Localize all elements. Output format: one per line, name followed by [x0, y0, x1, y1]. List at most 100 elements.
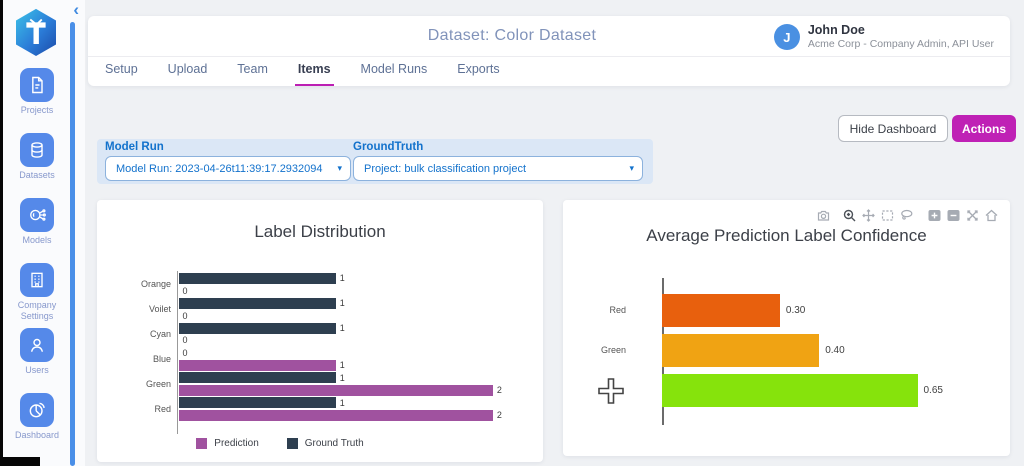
autoscale-icon[interactable]	[966, 209, 979, 222]
chart-legend[interactable]: Prediction Ground Truth	[57, 438, 503, 449]
user-name: John Doe	[808, 23, 994, 38]
model-icon	[20, 198, 54, 232]
header-card: Dataset: Color Dataset J John Doe Acme C…	[88, 16, 1010, 86]
confidence-bar	[662, 374, 918, 407]
avg-prediction-confidence-chart: Average Prediction Label Confidence Red0…	[563, 200, 1010, 456]
y-tick-label: Red	[97, 404, 177, 414]
user-role: Acme Corp - Company Admin, API User	[808, 38, 994, 51]
zoom-out-icon[interactable]	[947, 209, 960, 222]
bar-value-label: 0.65	[924, 385, 943, 396]
zoom-icon[interactable]	[843, 209, 856, 222]
chart2-row: 0.65	[563, 370, 1010, 410]
sidebar-item-datasets[interactable]: Datasets	[3, 133, 71, 198]
ground-truth-select[interactable]: Project: bulk classification project ▾	[353, 156, 643, 181]
tab-model-runs[interactable]: Model Runs	[358, 62, 431, 86]
sidebar-item-users[interactable]: Users	[3, 328, 71, 393]
tab-upload[interactable]: Upload	[165, 62, 211, 86]
y-tick-label: Green	[563, 345, 662, 355]
bar-value-label: 2	[497, 385, 502, 395]
legend-label: Prediction	[214, 438, 258, 449]
sidebar-item-company-settings[interactable]: Company Settings	[3, 263, 71, 328]
chevron-down-icon: ▾	[337, 163, 342, 174]
lasso-icon[interactable]	[900, 209, 913, 222]
bar-ground-truth	[179, 323, 336, 334]
bar-ground-truth	[179, 397, 336, 408]
bar-ground-truth	[179, 298, 336, 309]
chart1-category-group: Green 1 2	[97, 372, 543, 397]
tab-items[interactable]: Items	[295, 62, 334, 86]
chart1-category-group: Cyan 1 0	[97, 322, 543, 347]
crosshair-cursor	[596, 376, 626, 411]
legend-label: Ground Truth	[305, 438, 364, 449]
sidebar-item-label: Company Settings	[5, 300, 69, 322]
chevron-left-icon[interactable]: ‹	[73, 1, 79, 19]
legend-entry-ground-truth[interactable]: Ground Truth	[287, 438, 364, 449]
tab-exports[interactable]: Exports	[454, 62, 502, 86]
chart1-category-group: Orange10	[97, 272, 543, 297]
screen-edge	[0, 0, 3, 466]
avatar: J	[774, 24, 800, 50]
chart-plot-area: Orange10Voilet10Cyan10Blue01Green12Red12	[97, 272, 543, 421]
bar-value-label: 1	[340, 398, 345, 408]
sidebar-item-projects[interactable]: Projects	[3, 68, 71, 133]
header-divider	[88, 56, 1010, 57]
sidebar-item-label: Projects	[21, 105, 54, 116]
chart1-category-group: Red 1 2	[97, 396, 543, 421]
confidence-bar	[662, 334, 819, 367]
app-logo[interactable]	[11, 6, 61, 63]
model-run-value: Model Run: 2023-04-26t11:39:17.2932094	[116, 163, 337, 175]
bar-value-label: 0.40	[825, 345, 844, 356]
model-run-select[interactable]: Model Run: 2023-04-26t11:39:17.2932094 ▾	[105, 156, 351, 181]
model-run-label: Model Run	[105, 141, 351, 156]
chevron-down-icon: ▾	[629, 163, 634, 174]
bar-value-label: 0	[183, 335, 188, 345]
pie-chart-icon	[20, 393, 54, 427]
bar-ground-truth	[179, 372, 336, 383]
legend-entry-prediction[interactable]: Prediction	[196, 438, 258, 449]
box-select-icon[interactable]	[881, 209, 894, 222]
y-tick-label: Orange	[97, 279, 177, 289]
zoom-in-icon[interactable]	[928, 209, 941, 222]
document-icon	[20, 68, 54, 102]
screen-edge	[0, 457, 40, 466]
bar-prediction	[179, 360, 336, 371]
sidebar-item-label: Dashboard	[15, 430, 59, 441]
user-menu[interactable]: J John Doe Acme Corp - Company Admin, AP…	[774, 23, 994, 51]
bar-value-label: 1	[340, 323, 345, 333]
sidebar-item-label: Models	[22, 235, 51, 246]
y-tick-label: Green	[97, 379, 177, 389]
y-tick-label: Cyan	[97, 329, 177, 339]
user-icon	[20, 328, 54, 362]
legend-swatch	[196, 438, 207, 449]
tab-team[interactable]: Team	[234, 62, 271, 86]
confidence-bar	[662, 294, 780, 327]
hide-dashboard-button[interactable]: Hide Dashboard	[838, 115, 948, 142]
sidebar-item-label: Users	[25, 365, 49, 376]
sidebar-item-label: Datasets	[19, 170, 55, 181]
plotly-modebar	[817, 209, 998, 222]
pan-icon[interactable]	[862, 209, 875, 222]
chart-title: Average Prediction Label Confidence	[563, 226, 1010, 246]
chart2-row: Green 0.40	[563, 330, 1010, 370]
camera-icon[interactable]	[817, 209, 830, 222]
tab-setup[interactable]: Setup	[102, 62, 141, 86]
chart2-row: Red0.30	[563, 290, 1010, 330]
database-icon	[20, 133, 54, 167]
filter-band: Model Run Model Run: 2023-04-26t11:39:17…	[97, 139, 653, 184]
sidebar: ‹ Projects Datasets Models Company Settings…	[3, 0, 85, 466]
app-window: ‹ Projects Datasets Models Company Settings…	[0, 0, 1024, 466]
home-icon[interactable]	[985, 209, 998, 222]
bar-prediction	[179, 385, 493, 396]
bar-value-label: 0	[183, 311, 188, 321]
chart-plot-area: Red0.30 Green 0.40 0.65	[563, 278, 1010, 410]
bar-value-label: 2	[497, 410, 502, 420]
tab-bar: Setup Upload Team Items Model Runs Exports	[102, 62, 527, 86]
bar-ground-truth	[179, 273, 336, 284]
ground-truth-value: Project: bulk classification project	[364, 163, 629, 175]
chart1-category-group: Voilet10	[97, 297, 543, 322]
actions-button[interactable]: Actions	[952, 115, 1016, 142]
sidebar-item-models[interactable]: Models	[3, 198, 71, 263]
bar-value-label: 1	[340, 373, 345, 383]
bar-value-label: 1	[340, 273, 345, 283]
y-tick-label: Red	[563, 305, 662, 315]
